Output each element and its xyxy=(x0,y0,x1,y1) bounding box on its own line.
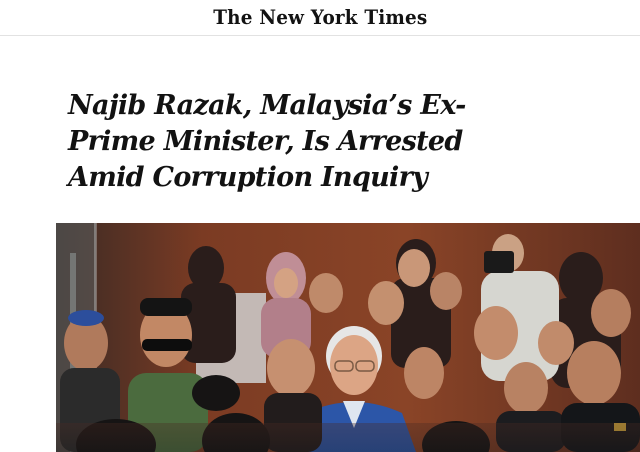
article-page: The New York Times Najib Razak, Malaysia… xyxy=(0,0,640,452)
person-left-of-subject xyxy=(267,339,315,397)
photo-illustration xyxy=(56,223,640,452)
nyt-logo[interactable]: The New York Times xyxy=(213,5,427,29)
headline-line-3: Amid Corruption Inquiry xyxy=(68,162,428,193)
camera-icon xyxy=(484,251,514,273)
headline-line-1: Najib Razak, Malaysia’s Ex- xyxy=(68,90,466,121)
article-headline: Najib Razak, Malaysia’s Ex- Prime Minist… xyxy=(68,88,466,196)
masthead: The New York Times xyxy=(0,0,640,36)
headline-line-2: Prime Minister, Is Arrested xyxy=(68,126,463,157)
article-photo[interactable] xyxy=(56,223,640,452)
